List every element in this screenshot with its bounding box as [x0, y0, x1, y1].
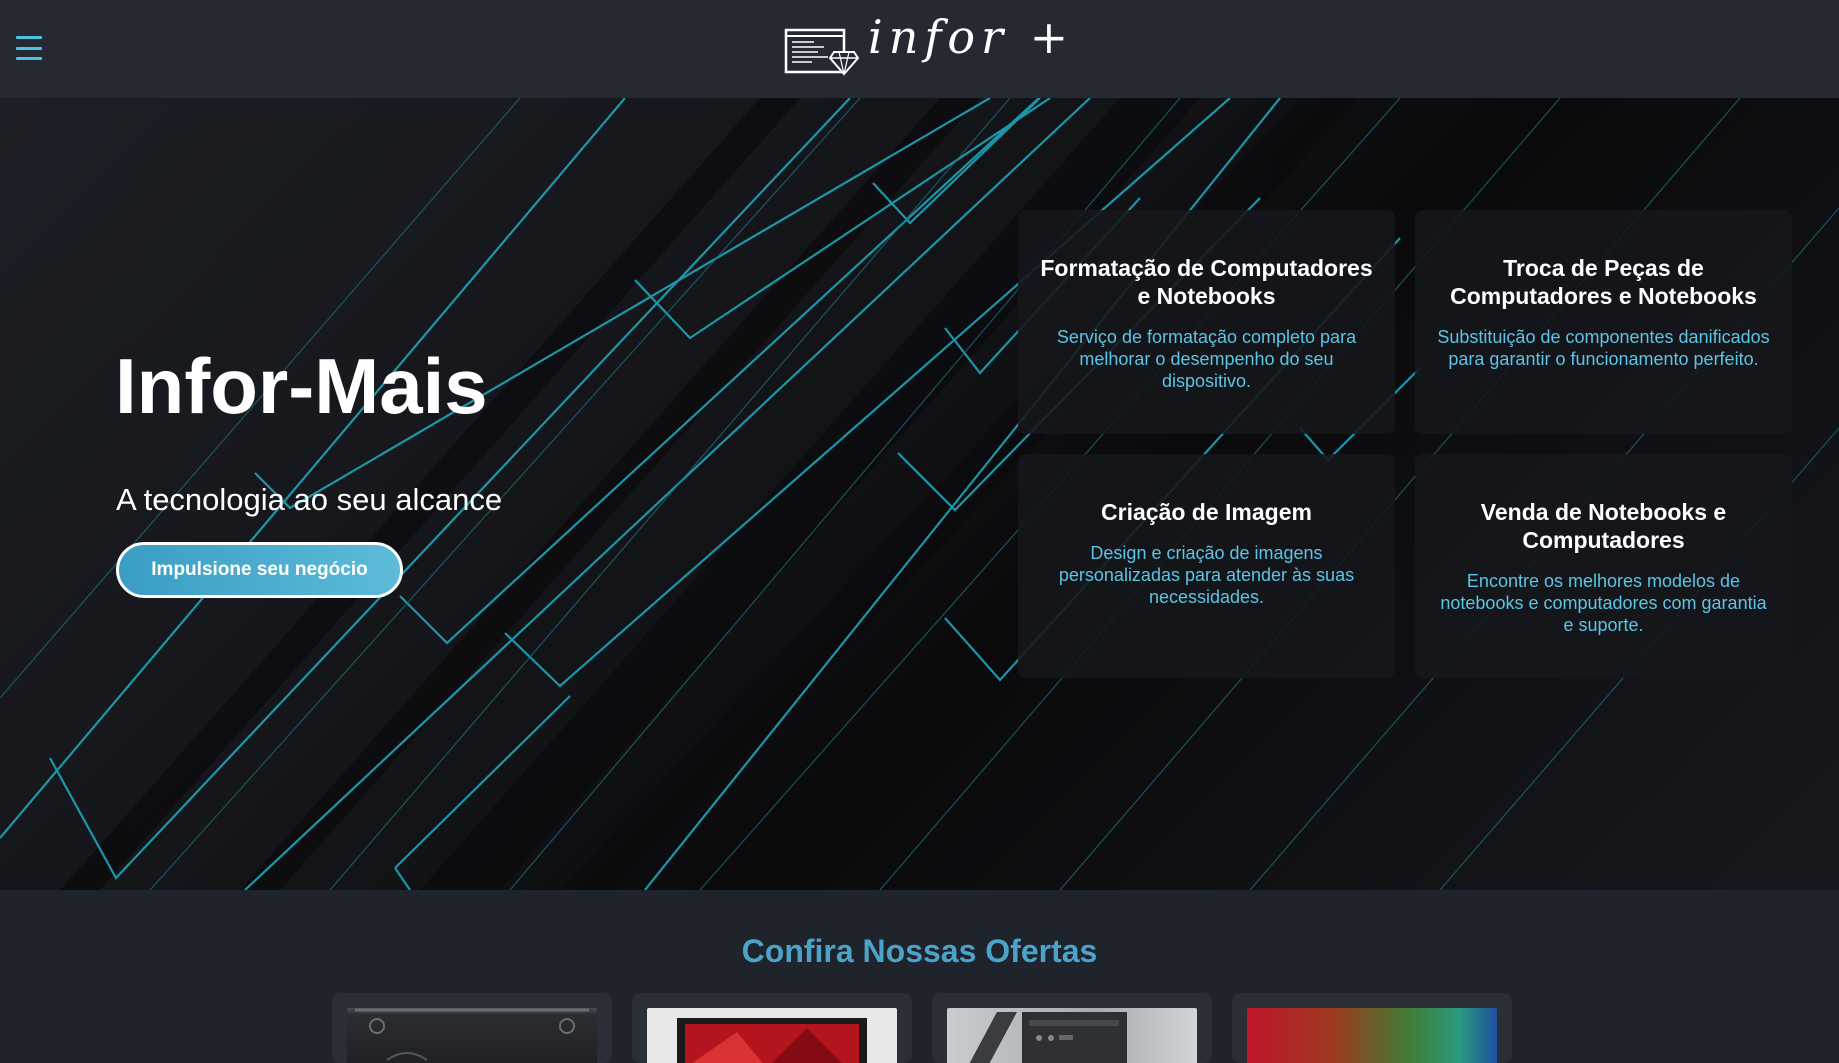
boost-business-button[interactable]: Impulsione seu negócio — [116, 542, 403, 598]
logo-wordmark: infor + — [868, 10, 1075, 64]
top-navigation-bar: infor + — [0, 0, 1839, 98]
product-card[interactable] — [932, 993, 1212, 1063]
code-window-diamond-icon — [784, 28, 860, 76]
product-rgb-notebook-image — [1247, 1008, 1497, 1063]
service-card-description: Substituição de componentes danificados … — [1437, 327, 1770, 369]
service-card-formatting[interactable]: Formatação de Computadores e Notebooks S… — [1018, 210, 1395, 434]
service-card-title: Formatação de Computadores e Notebooks — [1040, 255, 1373, 309]
site-logo[interactable]: infor + — [784, 8, 1074, 86]
product-card[interactable] — [632, 993, 912, 1063]
service-card-image-creation[interactable]: Criação de Imagem Design e criação de im… — [1018, 454, 1395, 678]
service-card-description: Design e criação de imagens personalizad… — [1058, 543, 1355, 607]
product-notebook-red-image — [647, 1008, 897, 1063]
product-card[interactable] — [1232, 993, 1512, 1063]
hamburger-menu-icon[interactable] — [16, 36, 42, 60]
service-card-sales[interactable]: Venda de Notebooks e Computadores Encont… — [1415, 454, 1792, 678]
product-desktop-case-image — [947, 1008, 1197, 1063]
hero-section: Infor-Mais A tecnologia ao seu alcance I… — [0, 98, 1839, 890]
service-card-title: Troca de Peças de Computadores e Noteboo… — [1450, 255, 1757, 309]
product-hardware-dark-image — [347, 1008, 597, 1063]
hero-title: Infor-Mais — [115, 342, 488, 430]
product-card[interactable] — [332, 993, 612, 1063]
service-card-description: Serviço de formatação completo para melh… — [1056, 327, 1357, 391]
service-card-parts-replacement[interactable]: Troca de Peças de Computadores e Noteboo… — [1415, 210, 1792, 434]
service-card-title: Venda de Notebooks e Computadores — [1480, 499, 1727, 553]
offers-section-title: Confira Nossas Ofertas — [741, 933, 1098, 969]
service-card-description: Encontre os melhores modelos de notebook… — [1440, 571, 1767, 635]
hero-subtitle: A tecnologia ao seu alcance — [116, 482, 503, 517]
service-card-title: Criação de Imagem — [1101, 499, 1312, 525]
